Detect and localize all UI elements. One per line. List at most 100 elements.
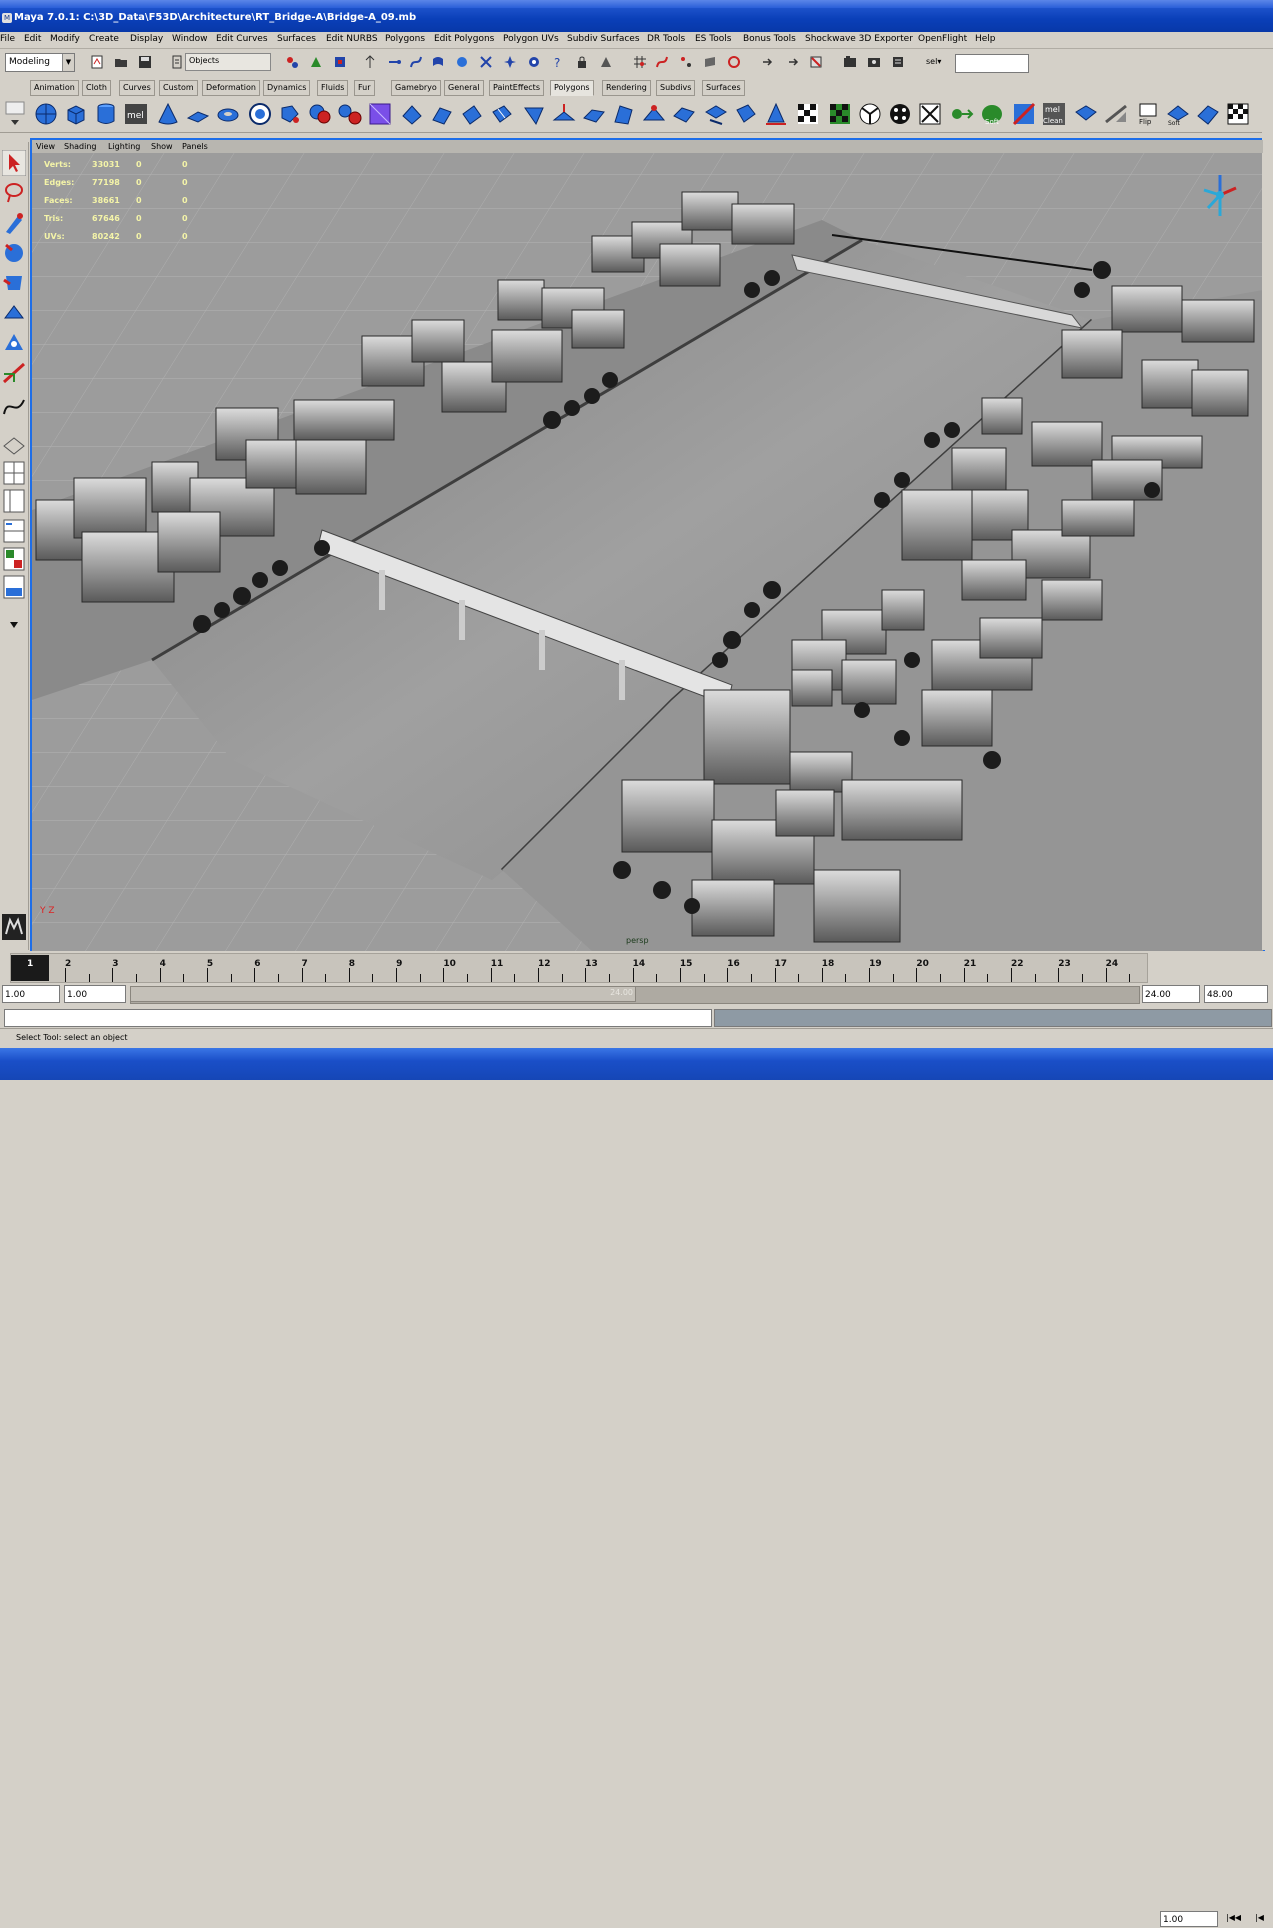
menu-modify[interactable]: Modify [50, 34, 80, 44]
render-globals-icon[interactable] [891, 55, 905, 69]
selection-mode-icon[interactable] [170, 55, 184, 69]
merge-vertex-icon[interactable] [642, 102, 666, 126]
menu-display[interactable]: Display [130, 34, 163, 44]
range-end-field[interactable]: 48.00 [1204, 985, 1268, 1003]
outliner-layout-icon[interactable] [2, 488, 26, 514]
hypershade-layout-icon[interactable] [2, 546, 26, 572]
show-manipulator-icon[interactable] [2, 330, 26, 356]
object-mode-field[interactable]: Objects [185, 53, 271, 71]
panel-menu-shading[interactable]: Shading [64, 142, 97, 151]
select-by-dynamics-icon[interactable] [479, 55, 493, 69]
checker-map-icon[interactable] [1226, 102, 1250, 126]
object-mask-icon[interactable] [309, 55, 323, 69]
paint-select-icon[interactable] [2, 210, 26, 236]
shelf-tab-animation[interactable]: Animation [30, 80, 79, 96]
playback-end-field[interactable]: 24.00 [1142, 985, 1200, 1003]
select-tool-icon[interactable] [2, 150, 26, 176]
menu-openflight[interactable]: OpenFlight [918, 34, 967, 44]
snap-point-icon[interactable] [679, 55, 693, 69]
uv-editor-icon[interactable] [858, 102, 882, 126]
menu-help[interactable]: Help [975, 34, 996, 44]
panel-menu-show[interactable]: Show [151, 142, 173, 151]
poly-torus-icon[interactable] [216, 102, 240, 126]
new-scene-icon[interactable] [90, 55, 104, 69]
select-by-handle-icon[interactable] [363, 55, 377, 69]
playback-start-field[interactable]: 1.00 [64, 985, 126, 1003]
panel-menu-lighting[interactable]: Lighting [108, 142, 140, 151]
soft-icon[interactable]: Flip [1136, 102, 1160, 126]
select-edge-loop-icon[interactable]: Soft [980, 102, 1004, 126]
menu-es-tools[interactable]: ES Tools [695, 34, 731, 44]
four-view-icon[interactable] [2, 460, 26, 486]
range-start-field[interactable]: 1.00 [2, 985, 60, 1003]
shelf-tab-gamebryo[interactable]: Gamebryo [391, 80, 441, 96]
make-live-icon[interactable] [727, 55, 741, 69]
select-by-misc-icon[interactable] [527, 55, 541, 69]
curve-tool-icon[interactable] [2, 394, 26, 420]
append-polygon-icon[interactable] [278, 102, 302, 126]
save-scene-icon[interactable] [138, 55, 152, 69]
shelf-tab-rendering[interactable]: Rendering [602, 80, 651, 96]
menu-shockwave-exporter[interactable]: Shockwave 3D Exporter [805, 34, 913, 44]
shelf-tab-general[interactable]: General [444, 80, 484, 96]
hierarchy-mask-icon[interactable] [285, 55, 299, 69]
output-history-icon[interactable] [785, 55, 799, 69]
highlight-selection-icon[interactable] [599, 55, 613, 69]
snap-grid-icon[interactable] [633, 55, 647, 69]
checker-icon[interactable] [888, 102, 912, 126]
planar-map-icon[interactable] [734, 102, 758, 126]
spherical-map-icon[interactable] [796, 102, 820, 126]
menu-polygons[interactable]: Polygons [385, 34, 425, 44]
menu-polygon-uvs[interactable]: Polygon UVs [503, 34, 559, 44]
cleanup-icon[interactable] [918, 102, 942, 126]
lasso-tool-icon[interactable] [2, 180, 26, 206]
snap-curve-icon[interactable] [655, 55, 669, 69]
normals-icon[interactable] [1074, 102, 1098, 126]
poly-plane-icon[interactable] [186, 102, 210, 126]
bevel-icon[interactable] [582, 102, 606, 126]
create-polygon-icon[interactable] [248, 102, 272, 126]
menu-set-dropdown[interactable]: Modeling ▼ [5, 53, 75, 72]
soft-select-icon[interactable] [950, 102, 974, 126]
quick-selection-field[interactable] [955, 54, 1029, 73]
ipr-render-icon[interactable] [867, 55, 881, 69]
shelf-tab-surfaces[interactable]: Surfaces [702, 80, 745, 96]
menu-subdiv-surfaces[interactable]: Subdiv Surfaces [567, 34, 640, 44]
range-slider-handle[interactable]: 24.00 [130, 986, 636, 1002]
shelf-tab-painteffects[interactable]: PaintEffects [489, 80, 544, 96]
softening-icon[interactable] [1012, 102, 1036, 126]
triangulate-icon[interactable]: Soft [1166, 102, 1190, 126]
poly-cylinder-icon[interactable] [94, 102, 118, 126]
snap-view-plane-icon[interactable] [703, 55, 717, 69]
render-current-frame-icon[interactable] [843, 55, 857, 69]
menu-dr-tools[interactable]: DR Tools [647, 34, 685, 44]
panel-menu-panels[interactable]: Panels [182, 142, 208, 151]
poly-cone-icon[interactable] [156, 102, 180, 126]
select-by-curve-icon[interactable] [409, 55, 423, 69]
construction-history-icon[interactable] [809, 55, 823, 69]
cylindrical-map-icon[interactable] [764, 102, 788, 126]
move-tool-icon[interactable] [2, 240, 26, 266]
smooth-icon[interactable] [400, 102, 424, 126]
panel-arrow-icon[interactable] [2, 612, 26, 638]
menu-edit[interactable]: Edit [24, 34, 41, 44]
quadrangulate-icon[interactable] [1196, 102, 1220, 126]
single-perspective-icon[interactable] [2, 432, 26, 458]
poly-cube-icon[interactable] [64, 102, 88, 126]
select-by-joint-icon[interactable] [387, 55, 401, 69]
lock-selection-icon[interactable] [575, 55, 589, 69]
menu-bonus-tools[interactable]: Bonus Tools [743, 34, 796, 44]
time-slider-track[interactable]: 1 2 3 4 5 6 7 8 9 10 11 12 13 14 15 16 17 18 19 20 21 22 23 24 [10, 953, 1148, 983]
boolean-icon[interactable] [368, 102, 392, 126]
select-by-rendering-icon[interactable] [503, 55, 517, 69]
shelf-menu-icon[interactable] [4, 100, 26, 130]
poke-face-icon[interactable] [552, 102, 576, 126]
shelf-tab-custom[interactable]: Custom [159, 80, 198, 96]
shelf-tab-curves[interactable]: Curves [119, 80, 155, 96]
mel-script-icon[interactable]: mel [124, 102, 148, 126]
extrude-edge-icon[interactable] [460, 102, 484, 126]
wedge-face-icon[interactable] [522, 102, 546, 126]
flip-icon[interactable] [1104, 102, 1128, 126]
select-by-deformation-icon[interactable] [455, 55, 469, 69]
shelf-tab-fluids[interactable]: Fluids [317, 80, 349, 96]
